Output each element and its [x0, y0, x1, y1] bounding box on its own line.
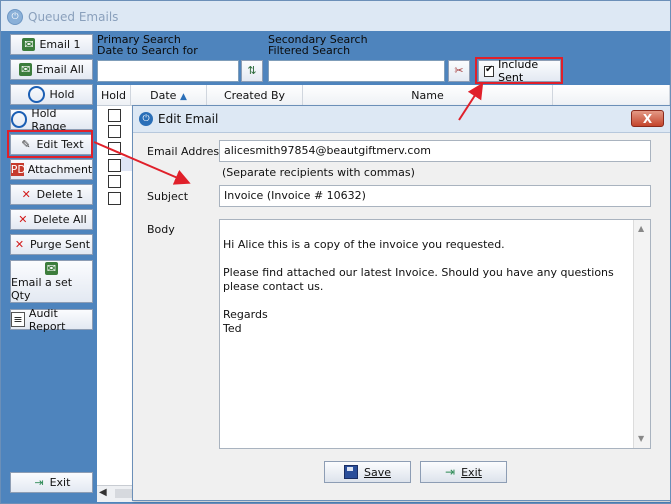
exit-button[interactable]: ⇥ Exit	[10, 472, 93, 493]
hold-label: Hold	[49, 88, 75, 101]
hold-range-button[interactable]: Hold Range	[10, 106, 93, 133]
email-hint: (Separate recipients with commas)	[222, 166, 415, 179]
body-textarea[interactable]: Hi Alice this is a copy of the invoice y…	[219, 219, 651, 449]
pdf-icon: PDF	[10, 163, 33, 176]
row-hold-checkbox[interactable]	[108, 175, 121, 188]
scroll-down-icon[interactable]: ▼	[638, 432, 644, 446]
email-set-qty-button[interactable]: ✉ Email a set Qty	[10, 260, 93, 303]
delete-icon: ✕	[14, 238, 25, 251]
email-address-field[interactable]: alicesmith97854@beautgiftmerv.com	[219, 140, 651, 162]
attachment-label: Attachment	[27, 163, 93, 176]
email-set-qty-label: Email a set Qty	[11, 275, 73, 302]
primary-search-sub: Date to Search for	[97, 44, 198, 57]
audit-report-label: Audit Report	[28, 306, 66, 333]
hold-button[interactable]: Hold	[10, 84, 93, 105]
primary-search-input[interactable]	[97, 60, 239, 82]
email-all-label: Email All	[36, 63, 84, 76]
delete-all-button[interactable]: ✕ Delete All	[10, 209, 93, 230]
edit-email-dialog: ⏻ Edit Email X Email Address alicesmith9…	[132, 105, 671, 501]
report-icon: ≡	[11, 312, 25, 327]
email-icon: ✉	[19, 63, 33, 76]
sort-date-icon: ⇅	[247, 64, 257, 77]
hold-icon	[11, 111, 28, 128]
hold-icon	[28, 86, 46, 103]
include-sent-highlight	[475, 57, 563, 84]
save-label: Save	[363, 465, 391, 479]
audit-report-button[interactable]: ≡ Audit Report	[10, 306, 93, 333]
email-1-button[interactable]: ✉ Email 1	[10, 34, 93, 55]
window-title: Queued Emails	[28, 10, 119, 24]
dialog-titlebar: ⏻ Edit Email X	[133, 106, 670, 133]
delete-1-label: Delete 1	[36, 188, 84, 201]
body-label: Body	[147, 223, 175, 236]
clear-filter-button[interactable]: ✂	[448, 60, 470, 82]
dialog-power-icon: ⏻	[139, 112, 153, 126]
secondary-search-sub: Filtered Search	[268, 44, 351, 57]
row-hold-checkbox[interactable]	[108, 159, 121, 172]
purge-sent-label: Purge Sent	[29, 238, 91, 251]
email-icon: ✉	[22, 38, 36, 51]
app-power-icon: ⏻	[7, 9, 23, 25]
edit-text-highlight	[7, 130, 93, 158]
scroll-left-icon[interactable]: ◀	[99, 487, 107, 498]
column-header-date[interactable]: Date ▲	[131, 85, 207, 106]
queued-emails-window: ⏻ Queued Emails ✉ Email 1 ✉ Email All Ho…	[0, 0, 671, 504]
column-header-name[interactable]: Name	[303, 85, 553, 106]
sidebar: ✉ Email 1 ✉ Email All Hold Hold Range ✎ …	[1, 31, 97, 503]
scroll-up-icon[interactable]: ▲	[638, 222, 644, 236]
delete-1-button[interactable]: ✕ Delete 1	[10, 184, 93, 205]
subject-label: Subject	[147, 190, 189, 203]
secondary-search-input[interactable]	[268, 60, 445, 82]
email-icon: ✉	[45, 261, 58, 275]
dialog-exit-button[interactable]: ⇥ Exit	[420, 461, 507, 483]
email-1-label: Email 1	[39, 38, 81, 51]
body-text: Hi Alice this is a copy of the invoice y…	[223, 238, 614, 335]
sort-ascending-icon: ▲	[179, 92, 187, 102]
dialog-title: Edit Email	[158, 112, 219, 126]
column-header-hold[interactable]: Hold	[97, 85, 131, 106]
date-header-label: Date	[150, 89, 177, 102]
save-icon	[343, 465, 358, 479]
row-hold-checkbox[interactable]	[108, 142, 121, 155]
delete-icon: ✕	[18, 213, 28, 226]
delete-all-label: Delete All	[33, 213, 87, 226]
exit-label: Exit	[49, 476, 71, 489]
save-button[interactable]: Save	[324, 461, 411, 483]
delete-icon: ✕	[21, 188, 31, 201]
clear-filter-icon: ✂	[454, 64, 464, 77]
row-hold-checkbox[interactable]	[108, 125, 121, 138]
purge-sent-button[interactable]: ✕ Purge Sent	[10, 234, 93, 255]
window-titlebar: ⏻ Queued Emails	[1, 1, 670, 31]
exit-icon: ⇥	[34, 476, 44, 489]
attachment-button[interactable]: PDF Attachment	[10, 159, 93, 180]
row-hold-checkbox[interactable]	[108, 109, 121, 122]
row-hold-checkbox[interactable]	[108, 192, 121, 205]
dialog-close-button[interactable]: X	[631, 110, 664, 127]
hold-range-label: Hold Range	[31, 106, 67, 133]
body-vertical-scrollbar[interactable]: ▲ ▼	[633, 220, 650, 448]
email-all-button[interactable]: ✉ Email All	[10, 59, 93, 80]
exit-icon: ⇥	[445, 465, 456, 479]
column-header-empty	[553, 85, 670, 106]
subject-field[interactable]: Invoice (Invoice # 10632)	[219, 185, 651, 207]
dialog-body: Email Address alicesmith97854@beautgiftm…	[133, 133, 670, 500]
email-address-label: Email Address	[147, 145, 225, 158]
column-header-created-by[interactable]: Created By	[207, 85, 303, 106]
date-search-button[interactable]: ⇅	[241, 60, 263, 82]
dialog-exit-label: Exit	[461, 465, 482, 479]
